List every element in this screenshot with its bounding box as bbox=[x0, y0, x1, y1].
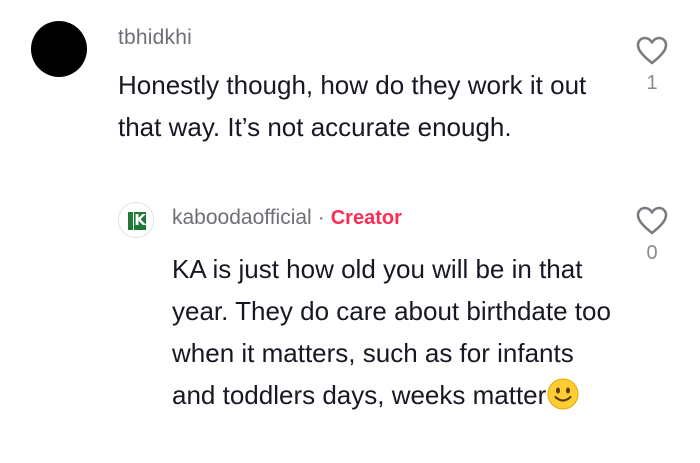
reply-header: kaboodaofficial · Creator bbox=[172, 206, 402, 230]
commenter-username[interactable]: tbhidkhi bbox=[118, 26, 192, 50]
reply-like-count: 0 bbox=[646, 242, 658, 264]
reply-username[interactable]: kaboodaofficial bbox=[172, 206, 312, 229]
reply-avatar[interactable]: K bbox=[118, 202, 154, 238]
heart-outline-icon[interactable] bbox=[636, 206, 668, 236]
comment-thread: tbhidkhi Honestly though, how do they wo… bbox=[0, 0, 700, 463]
heart-outline-icon[interactable] bbox=[636, 36, 668, 66]
commenter-avatar[interactable] bbox=[31, 21, 87, 77]
slightly-smiling-face-emoji bbox=[547, 378, 579, 422]
reply-text: KA is just how old you will be in that y… bbox=[172, 254, 611, 410]
comment-text: Honestly though, how do they work it out… bbox=[118, 70, 587, 142]
separator-dot: · bbox=[317, 206, 325, 229]
kabooda-logo: K bbox=[134, 211, 146, 229]
comment-like-count: 1 bbox=[646, 72, 658, 94]
comment-like-button[interactable]: 1 bbox=[632, 36, 672, 95]
reply-text-container: KA is just how old you will be in that y… bbox=[172, 248, 612, 422]
creator-badge: Creator bbox=[330, 207, 402, 229]
reply-like-button[interactable]: 0 bbox=[632, 206, 672, 265]
kabooda-logo-bar bbox=[128, 212, 133, 230]
